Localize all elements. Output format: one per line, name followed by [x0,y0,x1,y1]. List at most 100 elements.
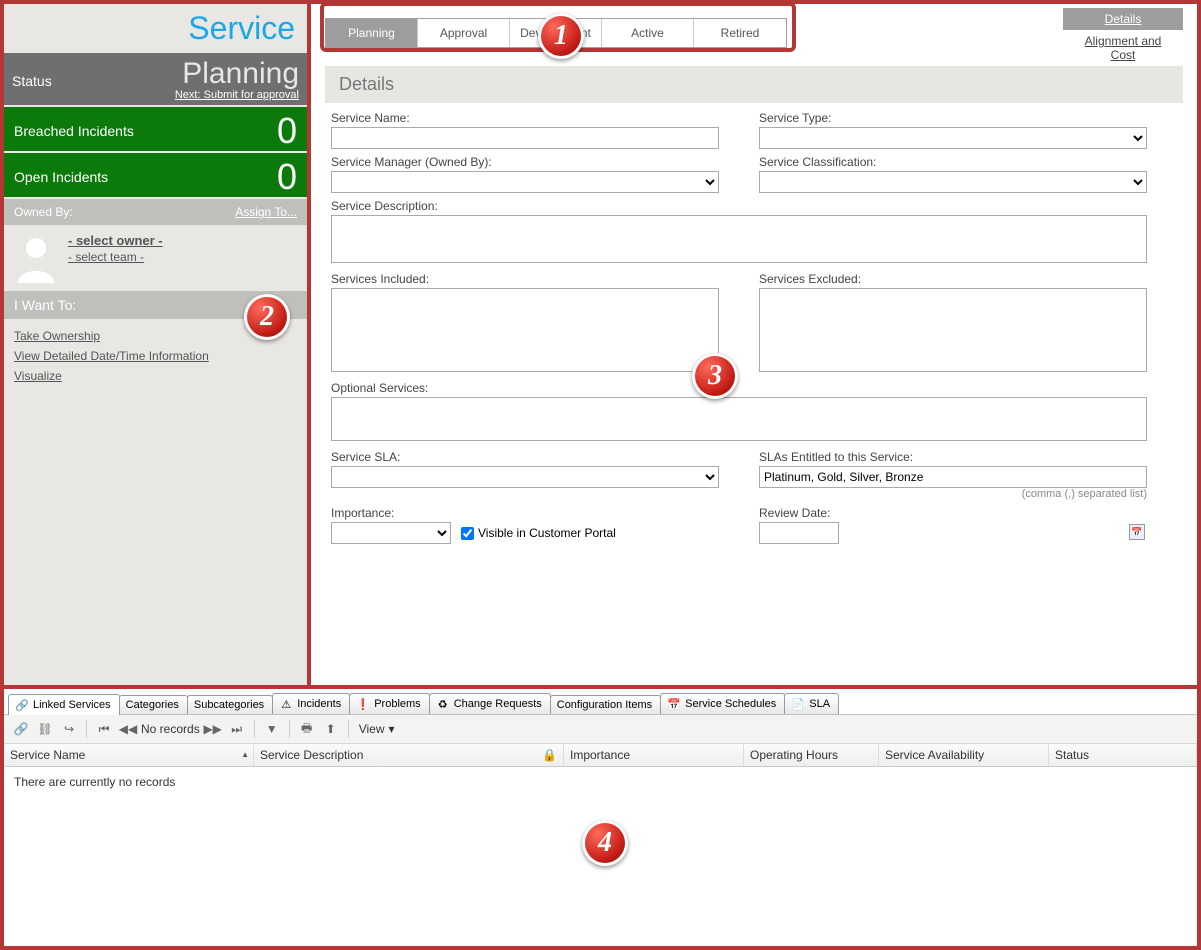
details-section-header: Details [325,66,1183,103]
select-team-link[interactable]: - select team - [68,250,163,264]
service-sla-select[interactable] [331,466,719,488]
label-service-classification: Service Classification: [759,155,1147,169]
service-name-input[interactable] [331,127,719,149]
importance-select[interactable] [331,522,451,544]
open-incidents-block: Open Incidents 0 [4,153,307,197]
label-slas-entitled: SLAs Entitled to this Service: [759,450,1147,464]
breached-count: 0 [277,113,297,149]
label-service-name: Service Name: [331,111,719,125]
btab-change-requests[interactable]: ♻Change Requests [429,693,551,714]
label-optional-services: Optional Services: [331,381,1147,395]
chevron-down-icon: ▾ [388,722,394,736]
badge-1: 1 [538,13,584,59]
btab-subcategories[interactable]: Subcategories [187,695,273,714]
sort-asc-icon: ▲ [241,750,249,759]
slas-entitled-input[interactable] [759,466,1147,488]
label-service-type: Service Type: [759,111,1147,125]
empty-records-text: There are currently no records [4,767,1197,797]
review-date-input[interactable] [759,522,839,544]
first-page-button[interactable]: ⏮ [93,719,115,739]
print-button[interactable]: 🖶 [296,719,318,739]
btab-service-schedules[interactable]: 📅Service Schedules [660,693,785,714]
badge-3: 3 [692,353,738,399]
label-service-description: Service Description: [331,199,1147,213]
prev-page-button[interactable]: ◀◀ [117,719,139,739]
calendar-icon[interactable]: 📅 [1129,524,1145,540]
service-type-select[interactable] [759,127,1147,149]
label-service-sla: Service SLA: [331,450,719,464]
btab-incidents[interactable]: ⚠Incidents [272,693,350,714]
service-classification-select[interactable] [759,171,1147,193]
label-service-manager: Service Manager (Owned By): [331,155,719,169]
change-icon: ♻ [436,697,450,711]
last-page-button[interactable]: ⏭ [226,719,248,739]
tab-planning[interactable]: Planning [326,19,418,47]
owner-body: - select owner - - select team - [4,225,307,291]
select-owner-link[interactable]: - select owner - [68,233,163,248]
optional-services-input[interactable] [331,397,1147,441]
schedule-icon: 📅 [667,697,681,711]
incident-icon: ⚠ [279,697,293,711]
assign-to-link[interactable]: Assign To... [235,205,297,219]
open-count: 0 [277,159,297,195]
right-tab-alignment-cost[interactable]: Alignment and Cost [1063,30,1183,66]
link-icon: 🔗 [15,698,29,712]
service-description-input[interactable] [331,215,1147,263]
view-dropdown[interactable]: View▾ [355,720,399,738]
col-operating-hours[interactable]: Operating Hours [744,744,879,766]
btab-linked-services[interactable]: 🔗Linked Services [8,694,120,715]
owned-by-label: Owned By: [14,205,73,219]
breached-incidents-block: Breached Incidents 0 [4,107,307,151]
main-area: Planning Approval Development Active Ret… [311,4,1197,685]
right-tab-details[interactable]: Details [1063,8,1183,30]
sidebar: Service Status Planning Next: Submit for… [4,4,311,685]
submit-approval-link[interactable]: Submit for approval [204,89,299,101]
tab-approval[interactable]: Approval [418,19,510,47]
btab-sla[interactable]: 📄SLA [784,693,839,714]
problem-icon: ❗ [356,697,370,711]
view-detailed-datetime-link[interactable]: View Detailed Date/Time Information [14,349,297,363]
col-status[interactable]: Status [1049,744,1197,766]
export-button[interactable]: ⬆ [320,719,342,739]
unlink-button[interactable]: ⛓ [34,719,56,739]
breached-label: Breached Incidents [14,123,134,139]
status-block: Status Planning Next: Submit for approva… [4,53,307,105]
goto-button[interactable]: ↪ [58,719,80,739]
link-button[interactable]: 🔗 [10,719,32,739]
btab-problems[interactable]: ❗Problems [349,693,429,714]
filter-button[interactable]: ▼ [261,719,283,739]
badge-4: 4 [582,820,628,866]
services-included-input[interactable] [331,288,719,372]
status-value: Planning [182,59,299,89]
status-label: Status [12,73,52,89]
slas-hint: (comma (,) separated list) [1022,488,1147,500]
visualize-link[interactable]: Visualize [14,369,297,383]
col-service-name[interactable]: Service Name▲ [4,744,254,766]
service-manager-select[interactable] [331,171,719,193]
badge-2: 2 [244,294,290,340]
status-next-prefix: Next: [175,89,201,101]
next-page-button[interactable]: ▶▶ [202,719,224,739]
btab-categories[interactable]: Categories [119,695,188,714]
bottom-columns-header: Service Name▲ Service Description🔒 Impor… [4,744,1197,767]
record-count: No records [141,722,200,736]
page-title: Service [4,4,307,53]
label-services-excluded: Services Excluded: [759,272,1147,286]
col-service-availability[interactable]: Service Availability [879,744,1049,766]
label-visible-portal: Visible in Customer Portal [478,526,616,540]
lock-icon: 🔒 [542,748,557,762]
sla-icon: 📄 [791,697,805,711]
bottom-panel: 🔗Linked Services Categories Subcategorie… [4,685,1197,946]
open-label: Open Incidents [14,169,108,185]
btab-configuration-items[interactable]: Configuration Items [550,695,661,714]
tab-retired[interactable]: Retired [694,19,786,47]
label-services-included: Services Included: [331,272,719,286]
visible-portal-checkbox[interactable] [461,527,474,540]
col-service-description[interactable]: Service Description🔒 [254,744,564,766]
col-importance[interactable]: Importance [564,744,744,766]
bottom-tabs: 🔗Linked Services Categories Subcategorie… [4,689,1197,715]
services-excluded-input[interactable] [759,288,1147,372]
details-form: Service Name: Service Type: Service Mana… [311,111,1197,550]
tab-active[interactable]: Active [602,19,694,47]
avatar-icon [14,233,58,283]
